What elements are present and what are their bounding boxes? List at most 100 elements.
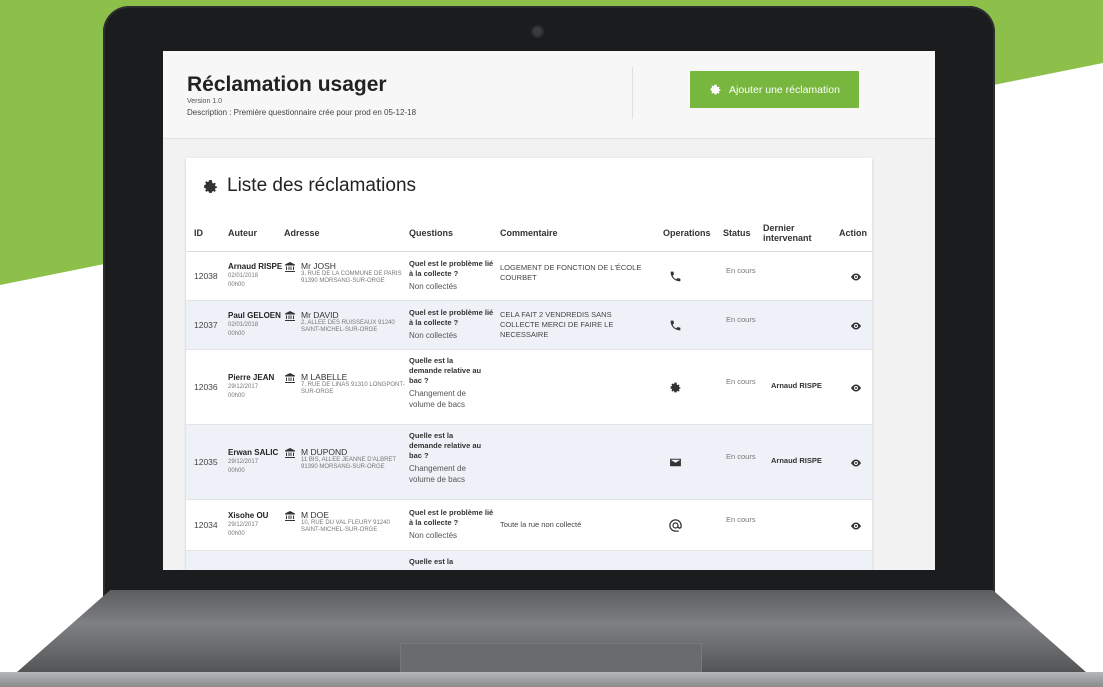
- author-date: 02/01/2018: [228, 273, 259, 279]
- row-address: M DUPOND 11 BIS, ALLEE JEANNE D'ALBRET 9…: [284, 447, 396, 471]
- col-id[interactable]: ID: [194, 215, 203, 251]
- row-last-agent: Arnaud RISPE: [771, 381, 822, 390]
- author-name: Pierre JEAN: [228, 373, 275, 382]
- author-time: 00h00: [228, 468, 245, 474]
- row-question: Quel est le problème lié à la collecte ?…: [409, 308, 495, 341]
- row-address: Mr JOSH 3, RUE DE LA COMMUNE DE PARIS 91…: [284, 261, 402, 285]
- table-row[interactable]: 12038 Arnaud RISPE 02/01/2018 00h00 Mr J…: [186, 252, 872, 301]
- question-text: Quelle est la demande relative au bac ?: [409, 431, 482, 460]
- row-status: En cours: [726, 377, 756, 386]
- question-answer: Changement de volume de bacs: [409, 389, 466, 409]
- author-name: Xisohe OU: [228, 511, 269, 520]
- building-icon: [284, 447, 296, 471]
- address-name: Mr DAVID: [301, 310, 339, 320]
- address-line: 11 BIS, ALLEE JEANNE D'ALBRET: [301, 457, 397, 463]
- building-icon: [284, 372, 296, 396]
- header-divider: [632, 67, 633, 119]
- eye-icon[interactable]: [850, 271, 862, 283]
- row-question: Quelle est la demande relative au bac ? …: [409, 356, 485, 410]
- author-date: 29/12/2017: [228, 522, 259, 528]
- laptop-touchpad: [400, 643, 702, 674]
- row-id: 12038: [194, 271, 218, 281]
- phone-icon[interactable]: [669, 319, 682, 332]
- row-comment: Toute la rue non collecté: [500, 520, 582, 529]
- author-time: 00h00: [228, 531, 245, 537]
- row-id: 12036: [194, 382, 218, 392]
- app-screen: Réclamation usager Version 1.0 Descripti…: [163, 51, 935, 570]
- address-line: SAINT-MICHEL-SUR-ORGE: [301, 327, 378, 333]
- building-icon: [284, 510, 296, 534]
- question-text: Quel est le problème lié à la collecte ?: [409, 508, 494, 527]
- address-line: 7, RUE DE LINAS 91310 LONGPONT-: [301, 382, 405, 388]
- question-text: Quelle est la: [409, 557, 454, 566]
- gear-icon[interactable]: [669, 381, 682, 394]
- claims-card: Liste des réclamations ID Auteur Adresse…: [186, 158, 872, 570]
- question-text: Quel est le problème lié à la collecte ?: [409, 259, 494, 278]
- add-claim-label: Ajouter une réclamation: [729, 83, 840, 96]
- row-question: Quel est le problème lié à la collecte ?…: [409, 508, 495, 541]
- table-row[interactable]: Quelle est la: [186, 551, 872, 570]
- envelope-icon[interactable]: [669, 456, 682, 469]
- col-address[interactable]: Adresse: [284, 215, 320, 251]
- row-address: M LABELLE 7, RUE DE LINAS 91310 LONGPONT…: [284, 372, 405, 396]
- address-name: M DUPOND: [301, 447, 348, 457]
- eye-icon[interactable]: [850, 320, 862, 332]
- header-bar: Réclamation usager Version 1.0 Descripti…: [163, 51, 935, 139]
- address-name: Mr JOSH: [301, 261, 336, 271]
- gear-icon: [709, 83, 722, 96]
- webcam: [533, 27, 542, 36]
- address-line: 91390 MORSANG-SUR-ORGE: [301, 464, 385, 470]
- col-questions[interactable]: Questions: [409, 215, 453, 251]
- page-title: Réclamation usager: [187, 73, 387, 96]
- col-operations[interactable]: Operations: [663, 215, 711, 251]
- row-id: 12034: [194, 520, 218, 530]
- eye-icon[interactable]: [850, 457, 862, 469]
- row-author: Erwan SALIC 29/12/2017 00h00: [228, 448, 278, 475]
- address-line: 10, RUE DU VAL FLEURY 91240: [301, 520, 390, 526]
- address-name: M DOE: [301, 510, 329, 520]
- address-line: SUR-ORGE: [301, 389, 334, 395]
- address-line: 2, ALLEE DES RUISSEAUX 91240: [301, 320, 395, 326]
- author-time: 00h00: [228, 331, 245, 337]
- table-row[interactable]: 12035 Erwan SALIC 29/12/2017 00h00 M DUP…: [186, 425, 872, 500]
- question-answer: Non collectés: [409, 282, 458, 291]
- address-line: 3, RUE DE LA COMMUNE DE PARIS: [301, 271, 402, 277]
- author-date: 02/01/2018: [228, 322, 259, 328]
- question-answer: Non collectés: [409, 531, 458, 540]
- row-author: Xisohe OU 29/12/2017 00h00: [228, 511, 268, 538]
- col-comment[interactable]: Commentaire: [500, 215, 558, 251]
- row-status: En cours: [726, 266, 756, 275]
- row-status: En cours: [726, 452, 756, 461]
- row-question: Quel est le problème lié à la collecte ?…: [409, 259, 495, 292]
- list-title-text: Liste des réclamations: [227, 175, 417, 196]
- col-last-agent[interactable]: Dernier intervenant: [763, 215, 823, 251]
- table-row[interactable]: 12034 Xisohe OU 29/12/2017 00h00 M DOE 1…: [186, 500, 872, 551]
- row-address: Mr DAVID 2, ALLEE DES RUISSEAUX 91240 SA…: [284, 310, 395, 334]
- author-date: 29/12/2017: [228, 384, 259, 390]
- row-address: M DOE 10, RUE DU VAL FLEURY 91240 SAINT-…: [284, 510, 390, 534]
- phone-icon[interactable]: [669, 270, 682, 283]
- col-status[interactable]: Status: [723, 215, 751, 251]
- eye-icon[interactable]: [850, 520, 862, 532]
- address-line: 91390 MORSANG-SUR-ORGE: [301, 278, 385, 284]
- question-answer: Non collectés: [409, 331, 458, 340]
- eye-icon[interactable]: [850, 382, 862, 394]
- col-action[interactable]: Action: [839, 215, 867, 251]
- row-comment: LOGEMENT DE FONCTION DE L'ÉCOLE COURBET: [500, 263, 642, 282]
- add-claim-button[interactable]: Ajouter une réclamation: [690, 71, 859, 108]
- at-icon[interactable]: [668, 518, 683, 533]
- list-title: Liste des réclamations: [202, 175, 416, 197]
- page-description: Description : Première questionnaire cré…: [187, 108, 417, 117]
- table-header: ID Auteur Adresse Questions Commentaire …: [186, 215, 872, 252]
- row-id: 12037: [194, 320, 218, 330]
- table-row[interactable]: 12037 Paul GELOEN 02/01/2018 00h00 Mr DA…: [186, 301, 872, 350]
- author-time: 00h00: [228, 393, 245, 399]
- author-name: Arnaud RISPE: [228, 262, 283, 271]
- col-author[interactable]: Auteur: [228, 215, 257, 251]
- table-row[interactable]: 12036 Pierre JEAN 29/12/2017 00h00 M LAB…: [186, 350, 872, 425]
- page-version: Version 1.0: [187, 98, 223, 105]
- laptop-base-edge: [0, 672, 1103, 687]
- building-icon: [284, 261, 296, 285]
- row-status: En cours: [726, 315, 756, 324]
- row-author: Paul GELOEN 02/01/2018 00h00: [228, 311, 281, 338]
